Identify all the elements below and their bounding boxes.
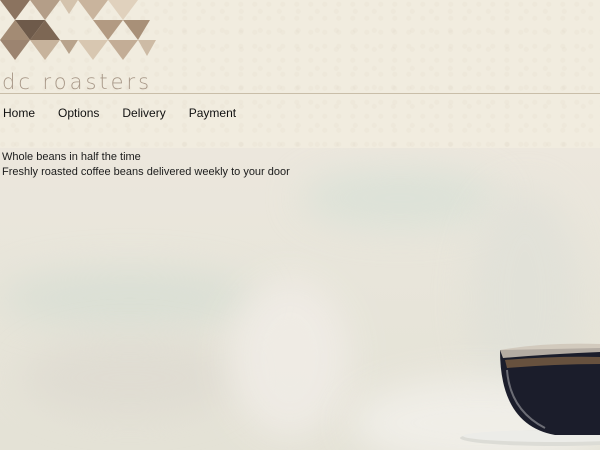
hero-subline: Freshly roasted coffee beans delivered w…: [2, 166, 290, 178]
brand-name[interactable]: dc roasters: [2, 70, 152, 94]
site-header: dc roasters Home Options Delivery Paymen…: [0, 0, 600, 148]
hero-headline: Whole beans in half the time: [2, 151, 141, 163]
main-nav: Home Options Delivery Payment: [3, 106, 259, 120]
header-divider: [0, 93, 600, 94]
coffee-cup-image: [460, 343, 600, 446]
logo-icon[interactable]: [0, 0, 156, 64]
nav-home[interactable]: Home: [3, 106, 35, 120]
nav-options[interactable]: Options: [58, 106, 99, 120]
nav-delivery[interactable]: Delivery: [122, 106, 165, 120]
hero-tagline: Whole beans in half the time Freshly roa…: [2, 150, 290, 180]
nav-payment[interactable]: Payment: [189, 106, 236, 120]
